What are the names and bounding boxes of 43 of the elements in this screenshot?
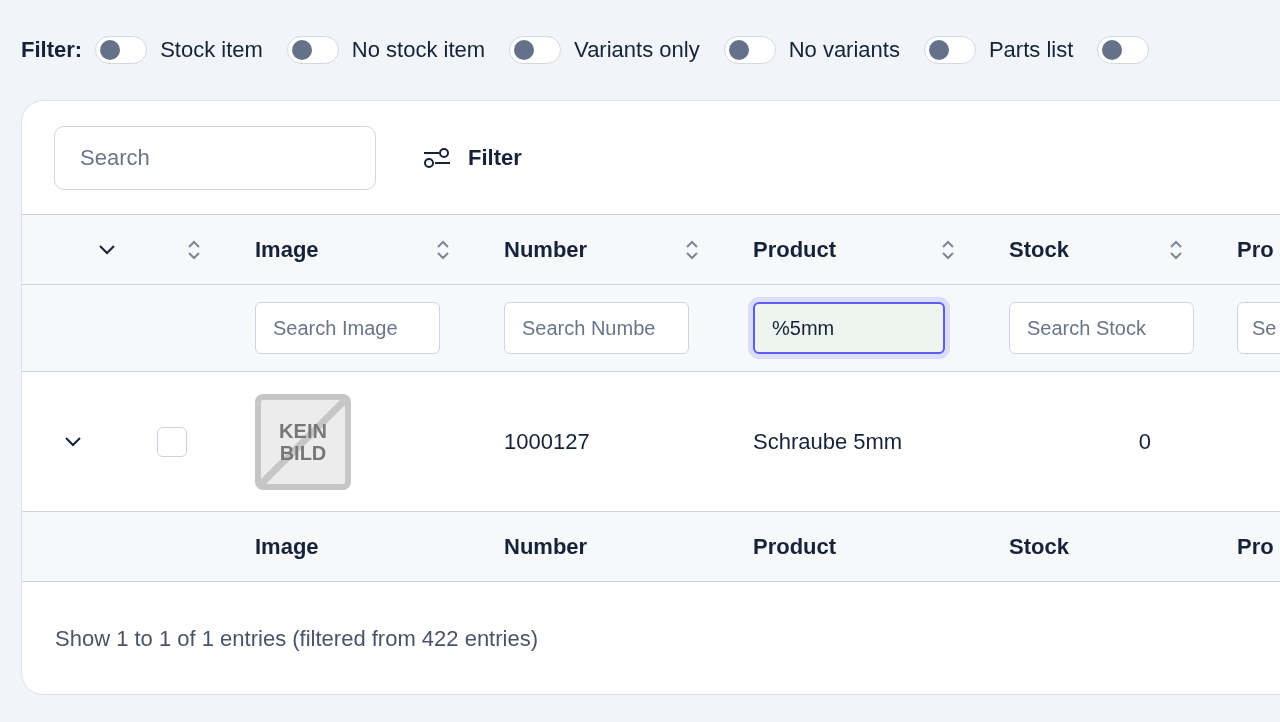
toggle-label: No stock item	[351, 37, 486, 63]
no-image-thumbnail: KEIN BILD	[255, 393, 351, 490]
toggle-switch[interactable]	[1097, 36, 1150, 64]
column-footer: Image	[255, 533, 319, 560]
toggle-switch[interactable]	[509, 36, 562, 64]
row-checkbox[interactable]	[157, 426, 187, 457]
sort-icon[interactable]	[1169, 238, 1183, 261]
toggle-label: Variants only	[574, 37, 700, 63]
column-search-field[interactable]: Se	[1237, 302, 1280, 354]
toggle-switch[interactable]	[95, 36, 148, 64]
column-search-field[interactable]: Search Numbe	[504, 302, 689, 354]
toggle-switch[interactable]	[286, 36, 339, 64]
expand-all-chevron-icon[interactable]	[98, 244, 116, 255]
column-header[interactable]: Stock	[1009, 236, 1069, 263]
sort-icon[interactable]	[941, 238, 955, 261]
column-header[interactable]: Number	[504, 236, 588, 263]
column-header[interactable]: Image	[255, 236, 319, 263]
toggle-switch[interactable]	[723, 36, 776, 64]
toggle-label: Stock item	[160, 37, 263, 63]
sort-icon[interactable]	[685, 238, 699, 261]
column-search-field[interactable]: %5mm	[753, 302, 945, 354]
table-cell-text: 0	[1137, 428, 1152, 455]
column-header[interactable]: Product	[753, 236, 837, 263]
search-field[interactable]: Search	[54, 125, 376, 190]
column-search-field[interactable]: Search Image	[255, 302, 440, 354]
entries-info: Show 1 to 1 of 1 entries (filtered from 422 entries)	[54, 625, 539, 652]
filter-button[interactable]: Filter	[423, 144, 522, 171]
sliders-icon	[423, 146, 451, 169]
filter-label: Filter:	[21, 37, 83, 63]
expand-row-chevron-icon[interactable]	[64, 436, 82, 447]
column-footer: Stock	[1009, 533, 1069, 560]
column-footer: Number	[504, 533, 588, 560]
toggle-switch[interactable]	[923, 36, 976, 64]
toggle-label: Parts list	[988, 37, 1074, 63]
table-cell-text: Schraube 5mm	[752, 428, 904, 455]
column-search-field[interactable]: Search Stock	[1009, 302, 1194, 354]
column-footer: Product	[753, 533, 837, 560]
column-footer: Pro	[1237, 533, 1274, 560]
table-cell-text: 1000127	[503, 428, 591, 455]
toggle-label: No variants	[788, 37, 900, 63]
sort-icon[interactable]	[436, 238, 450, 261]
sort-icon[interactable]	[187, 238, 201, 261]
column-header[interactable]: Pro	[1237, 236, 1274, 263]
